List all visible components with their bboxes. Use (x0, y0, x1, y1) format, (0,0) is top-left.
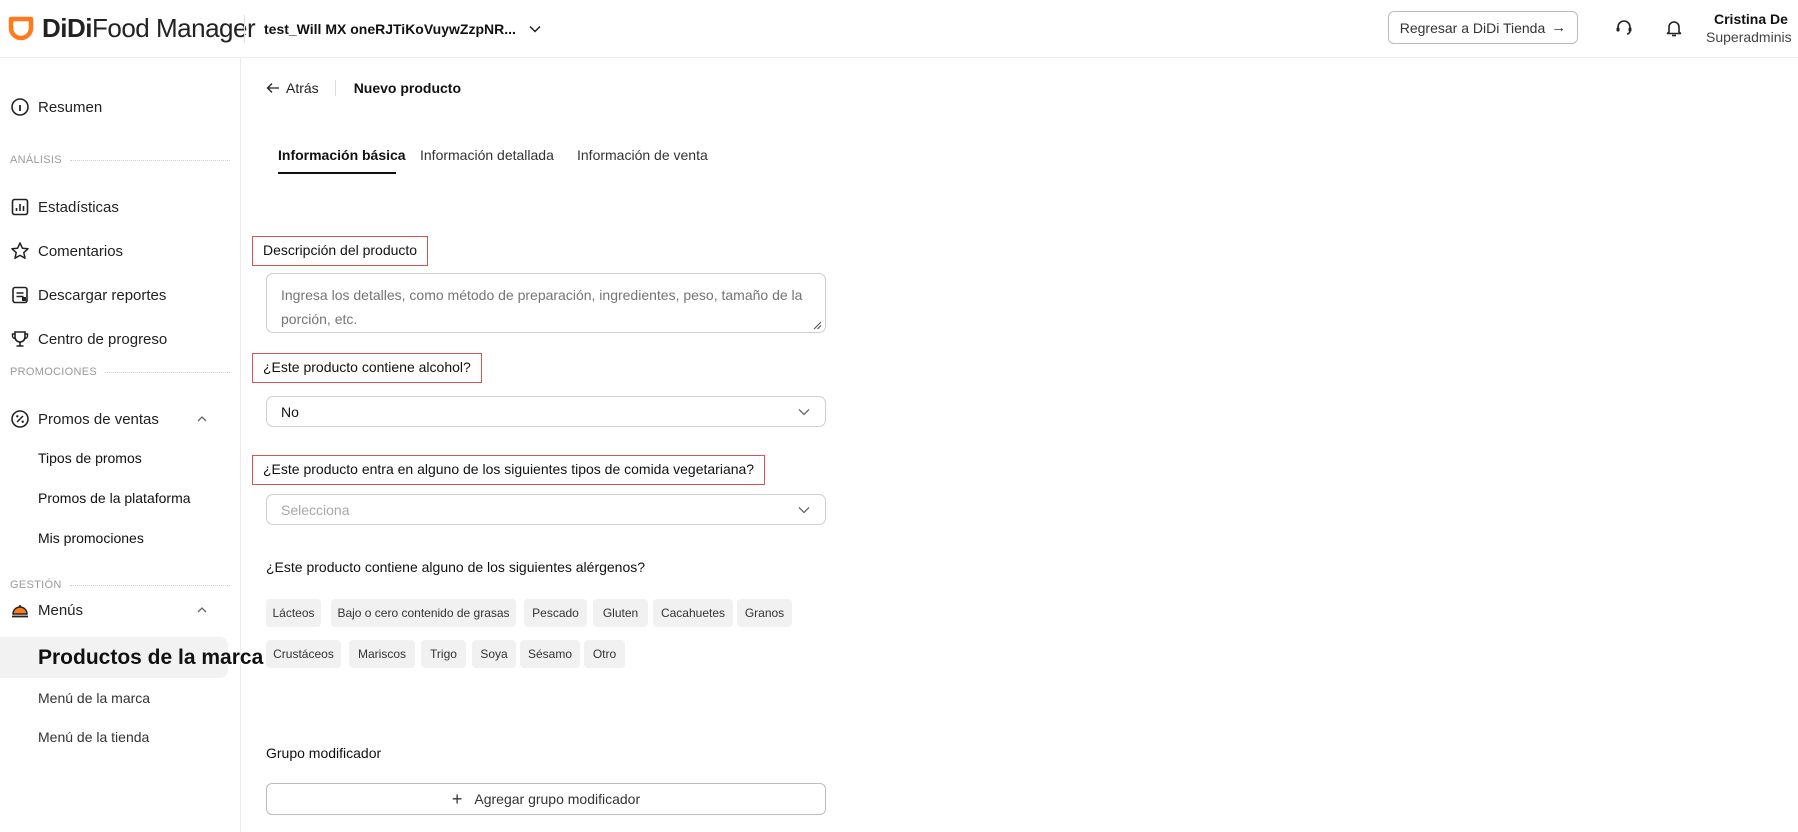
section-promociones: PROMOCIONES (10, 366, 230, 378)
sidebar-item-label: Comentarios (38, 242, 124, 260)
discount-icon (10, 409, 30, 429)
sidebar-item-promos-ventas[interactable]: Promos de ventas (10, 409, 207, 429)
section-divider (69, 159, 230, 161)
section-label: PROMOCIONES (10, 366, 98, 378)
alcohol-label: ¿Este producto contiene alcohol? (252, 353, 482, 383)
section-divider (105, 371, 230, 373)
top-header: DiDiFood Manager test_Will MX oneRJTiKoV… (0, 0, 1798, 58)
logo-product: Food Manager (92, 12, 256, 43)
chevron-down-icon (798, 408, 810, 415)
section-divider (69, 584, 230, 586)
chevron-up-icon[interactable] (196, 604, 208, 616)
sidebar-item-menus[interactable]: Menús (10, 600, 207, 620)
chevron-up-icon[interactable] (196, 413, 208, 425)
sidebar-subitem-tipos-promos[interactable]: Tipos de promos (38, 450, 142, 466)
logo-brand: DiDi (42, 12, 93, 43)
sidebar-item-comentarios[interactable]: Comentarios (10, 241, 123, 261)
add-modifier-label: Agregar grupo modificador (474, 791, 641, 807)
user-name: Cristina De (1714, 11, 1788, 27)
sidebar-item-label: Menús (38, 601, 84, 619)
bell-icon[interactable] (1662, 16, 1686, 40)
vegetarian-select[interactable]: Selecciona (266, 494, 826, 525)
sidebar-item-label: Promos de ventas (38, 410, 159, 428)
back-to-store-button[interactable]: Regresar a DiDi Tienda → (1388, 11, 1578, 44)
chart-icon (10, 197, 30, 217)
allergen-chip[interactable]: Lácteos (266, 599, 321, 627)
back-label: Atrás (286, 80, 319, 96)
allergen-chip[interactable]: Cacahuetes (653, 599, 733, 627)
star-icon (10, 241, 30, 261)
store-selector[interactable]: test_Will MX oneRJTiKoVuywZzpNR... (264, 17, 542, 41)
breadcrumb: Atrás Nuevo producto (266, 80, 461, 96)
vegetarian-label: ¿Este producto entra en alguno de los si… (252, 455, 766, 485)
allergen-chip[interactable]: Gluten (593, 599, 648, 627)
sidebar-item-estadisticas[interactable]: Estadísticas (10, 197, 119, 217)
sidebar-item-resumen[interactable]: Resumen (10, 97, 102, 117)
section-gestion: GESTIÓN (10, 579, 230, 591)
modifier-group-label: Grupo modificador (266, 745, 382, 761)
description-label: Descripción del producto (252, 236, 429, 266)
tab-informacion-venta[interactable]: Información de venta (577, 147, 708, 163)
trophy-icon (10, 329, 30, 349)
allergen-chip[interactable]: Crustáceos (266, 640, 341, 668)
logo-text: DiDiFood Manager (42, 12, 256, 44)
app-logo[interactable]: DiDiFood Manager (8, 12, 256, 44)
sidebar-subitem-menu-tienda[interactable]: Menú de la tienda (38, 729, 149, 745)
allergen-chip[interactable]: Trigo (421, 640, 466, 668)
back-to-store-label: Regresar a DiDi Tienda (1399, 19, 1546, 36)
allergen-chip[interactable]: Mariscos (349, 640, 415, 668)
user-role: Superadminis (1706, 29, 1792, 45)
page-title: Nuevo producto (353, 80, 462, 96)
resize-handle-icon[interactable] (812, 320, 822, 330)
allergen-chip[interactable]: Otro (584, 640, 625, 668)
arrow-left-icon (266, 83, 279, 93)
plus-icon: + (451, 789, 463, 809)
tab-informacion-detallada[interactable]: Información detallada (420, 147, 554, 163)
back-link[interactable]: Atrás (266, 80, 319, 96)
store-name: test_Will MX oneRJTiKoVuywZzpNR... (264, 21, 516, 37)
sidebar (0, 58, 241, 832)
vegetarian-placeholder: Selecciona (281, 501, 350, 518)
report-icon (10, 285, 30, 305)
allergens-label: ¿Este producto contiene alguno de los si… (266, 559, 646, 575)
add-modifier-group-button[interactable]: + Agregar grupo modificador (266, 783, 826, 815)
section-label: ANÁLISIS (10, 154, 62, 166)
alcohol-selected-value: No (281, 403, 299, 420)
arrow-right-icon: → (1551, 19, 1567, 36)
allergen-chip[interactable]: Granos (737, 599, 792, 627)
sidebar-item-label: Descargar reportes (38, 286, 167, 304)
chevron-down-icon (798, 506, 810, 513)
tab-informacion-basica[interactable]: Información básica (278, 147, 406, 163)
section-analisis: ANÁLISIS (10, 154, 230, 166)
sidebar-item-centro-progreso[interactable]: Centro de progreso (10, 329, 167, 349)
sidebar-item-descargar-reportes[interactable]: Descargar reportes (10, 285, 166, 305)
sidebar-subitem-mis-promociones[interactable]: Mis promociones (38, 530, 144, 546)
sidebar-subitem-promos-plataforma[interactable]: Promos de la plataforma (38, 490, 191, 506)
support-icon[interactable] (1612, 16, 1636, 40)
header-divider (244, 15, 245, 43)
sidebar-item-label: Centro de progreso (38, 330, 168, 348)
section-label: GESTIÓN (10, 579, 62, 591)
didi-logo-icon (8, 15, 34, 41)
breadcrumb-divider (334, 80, 336, 96)
allergen-chip[interactable]: Pescado (524, 599, 587, 627)
sidebar-item-label: Estadísticas (38, 198, 119, 216)
sidebar-item-label: Resumen (38, 98, 103, 116)
cloche-icon (10, 600, 30, 620)
active-tab-indicator (278, 172, 396, 174)
description-textarea[interactable] (266, 273, 826, 333)
allergen-chip[interactable]: Bajo o cero contenido de grasas (331, 599, 516, 627)
alcohol-select[interactable]: No (266, 396, 826, 427)
user-profile[interactable]: Cristina De Superadminis (1706, 10, 1798, 46)
allergen-chip[interactable]: Soya (472, 640, 516, 668)
chevron-down-icon (529, 25, 541, 33)
sidebar-subitem-label: Productos de la marca (38, 646, 264, 669)
sidebar-subitem-menu-marca[interactable]: Menú de la marca (38, 690, 150, 706)
allergen-chip[interactable]: Sésamo (520, 640, 580, 668)
home-icon (10, 97, 30, 117)
